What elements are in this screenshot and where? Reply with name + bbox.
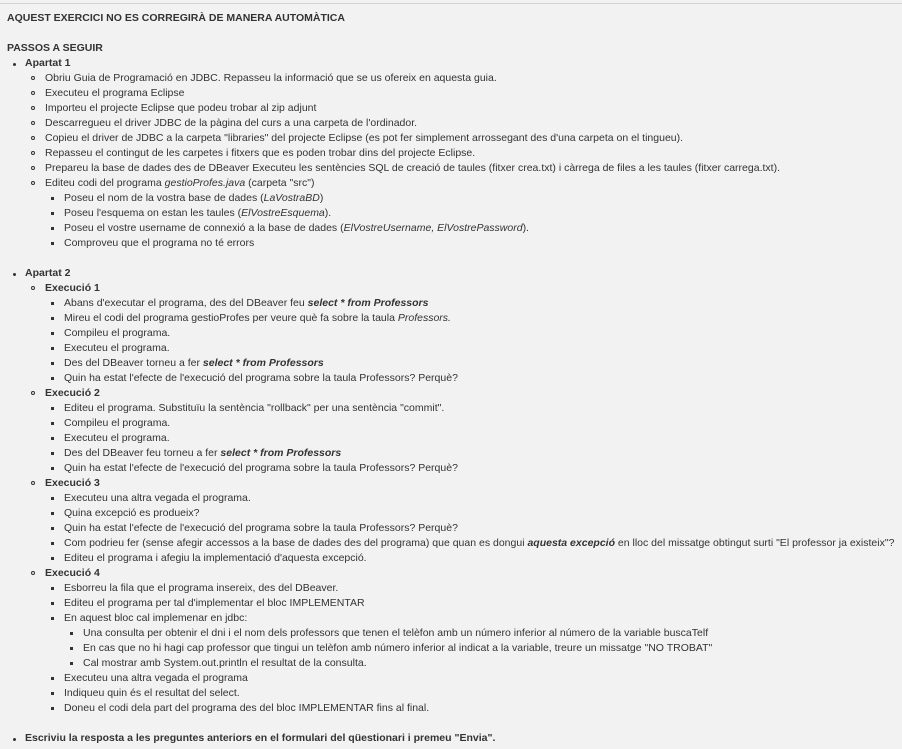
list-item: Des del DBeaver torneu a fer select * fr… (45, 356, 899, 371)
execucio-3: Execució 3 Executeu una altra vegada el … (25, 476, 899, 566)
list-item: Executeu una altra vegada el programa (45, 671, 899, 686)
list-item: Obriu Guia de Programació en JDBC. Repas… (25, 71, 899, 86)
list-item: Copieu el driver de JDBC a la carpeta "l… (25, 131, 899, 146)
placeholder-name: LaVostraBD (263, 192, 320, 204)
execucio-2: Execució 2 Editeu el programa. Substituï… (25, 386, 899, 476)
list-item: Executeu el programa. (45, 431, 899, 446)
main-list: Apartat 1 Obriu Guia de Programació en J… (7, 56, 899, 746)
top-divider (0, 3, 902, 4)
list-item: Una consulta per obtenir el dni i el nom… (64, 626, 899, 641)
apartat-1-label: Apartat 1 (25, 57, 71, 69)
text: en lloc del missatge obtingut surti "El … (615, 537, 895, 549)
list-item: Compileu el programa. (45, 416, 899, 431)
list-item: Poseu el vostre username de connexió a l… (45, 221, 899, 236)
placeholder-name: ElVostreEsquema (241, 207, 325, 219)
list-item: Quin ha estat l'efecte de l'execució del… (45, 461, 899, 476)
list-item: Mireu el codi del programa gestioProfes … (45, 311, 899, 326)
list-item: Executeu el programa Eclipse (25, 86, 899, 101)
execucio-1: Execució 1 Abans d'executar el programa,… (25, 281, 899, 386)
execucio-4: Execució 4 Esborreu la fila que el progr… (25, 566, 899, 716)
execucio-label: Execució 2 (45, 387, 100, 399)
apartat-1: Apartat 1 Obriu Guia de Programació en J… (7, 56, 899, 266)
text: Abans d'executar el programa, des del DB… (64, 297, 308, 309)
text: Mireu el codi del programa gestioProfes … (64, 312, 398, 324)
apartat-2: Apartat 2 Execució 1 Abans d'executar el… (7, 266, 899, 731)
sql-query: select * from Professors (202, 357, 324, 369)
final-instruction-text: Escriviu la resposta a les preguntes ant… (25, 732, 496, 744)
placeholder-name: ElVostreUsername, ElVostrePassword (343, 222, 523, 234)
sql-query: select * from Professors (307, 297, 429, 309)
execucio-label: Execució 4 (45, 567, 100, 579)
list-item: Repasseu el contingut de les carpetes i … (25, 146, 899, 161)
exception-term: aquesta excepció (527, 537, 615, 549)
list-item: Editeu el programa i afegiu la implement… (45, 551, 899, 566)
page-title: AQUEST EXERCICI NO ES CORREGIRÀ DE MANER… (7, 12, 345, 24)
text: Editeu codi del programa (45, 177, 165, 189)
list-item-edit-code: Editeu codi del programa gestioProfes.ja… (25, 176, 899, 251)
final-instruction: Escriviu la resposta a les preguntes ant… (7, 731, 899, 746)
filename: gestioProfes.java (164, 177, 246, 189)
execucio-label: Execució 3 (45, 477, 100, 489)
list-item: Indiqueu quin és el resultat del select. (45, 686, 899, 701)
list-item: Quina excepció es produeix? (45, 506, 899, 521)
text: ) (319, 192, 324, 204)
text: ). (324, 207, 332, 219)
list-item: Cal mostrar amb System.out.println el re… (64, 656, 899, 671)
list-item: Quin ha estat l'efecte de l'execució del… (45, 371, 899, 386)
text: Poseu el nom de la vostra base de dades … (64, 192, 264, 204)
execucio-label: Execució 1 (45, 282, 100, 294)
list-item: Compileu el programa. (45, 326, 899, 341)
list-item: En aquest bloc cal implemenar en jdbc: U… (45, 611, 899, 671)
list-item: Poseu el nom de la vostra base de dades … (45, 191, 899, 206)
list-item: Poseu l'esquema on estan les taules (ElV… (45, 206, 899, 221)
instructions-page: AQUEST EXERCICI NO ES CORREGIRÀ DE MANER… (7, 11, 899, 746)
list-item: Prepareu la base de dades des de DBeaver… (25, 161, 899, 176)
list-item: Executeu el programa. (45, 341, 899, 356)
list-item: Descarregueu el driver JDBC de la pàgina… (25, 116, 899, 131)
list-item: Abans d'executar el programa, des del DB… (45, 296, 899, 311)
apartat-2-label: Apartat 2 (25, 267, 71, 279)
table-name: Professors. (397, 312, 451, 324)
list-item: Comproveu que el programa no té errors (45, 236, 899, 251)
text: En aquest bloc cal implemenar en jdbc: (64, 612, 248, 624)
text: ). (522, 222, 529, 234)
list-item: Editeu el programa per tal d'implementar… (45, 596, 899, 611)
text: Com podrieu fer (sense afegir accessos a… (64, 537, 528, 549)
list-item: Des del DBeaver feu torneu a fer select … (45, 446, 899, 461)
list-item: Esborreu la fila que el programa inserei… (45, 581, 899, 596)
list-item: Com podrieu fer (sense afegir accessos a… (45, 536, 899, 551)
sql-query: select * from Professors (220, 447, 342, 459)
text: Des del DBeaver torneu a fer (64, 357, 203, 369)
list-item: Doneu el codi dela part del programa des… (45, 701, 899, 716)
text: Poseu el vostre username de connexió a l… (64, 222, 344, 234)
list-item: Executeu una altra vegada el programa. (45, 491, 899, 506)
text: (carpeta "src") (245, 177, 315, 189)
steps-heading: PASSOS A SEGUIR (7, 42, 103, 54)
text: Des del DBeaver feu torneu a fer (64, 447, 221, 459)
list-item: En cas que no hi hagi cap professor que … (64, 641, 899, 656)
list-item: Editeu el programa. Substituïu la sentèn… (45, 401, 899, 416)
text: Poseu l'esquema on estan les taules ( (64, 207, 242, 219)
list-item: Quin ha estat l'efecte de l'execució del… (45, 521, 899, 536)
list-item: Importeu el projecte Eclipse que podeu t… (25, 101, 899, 116)
